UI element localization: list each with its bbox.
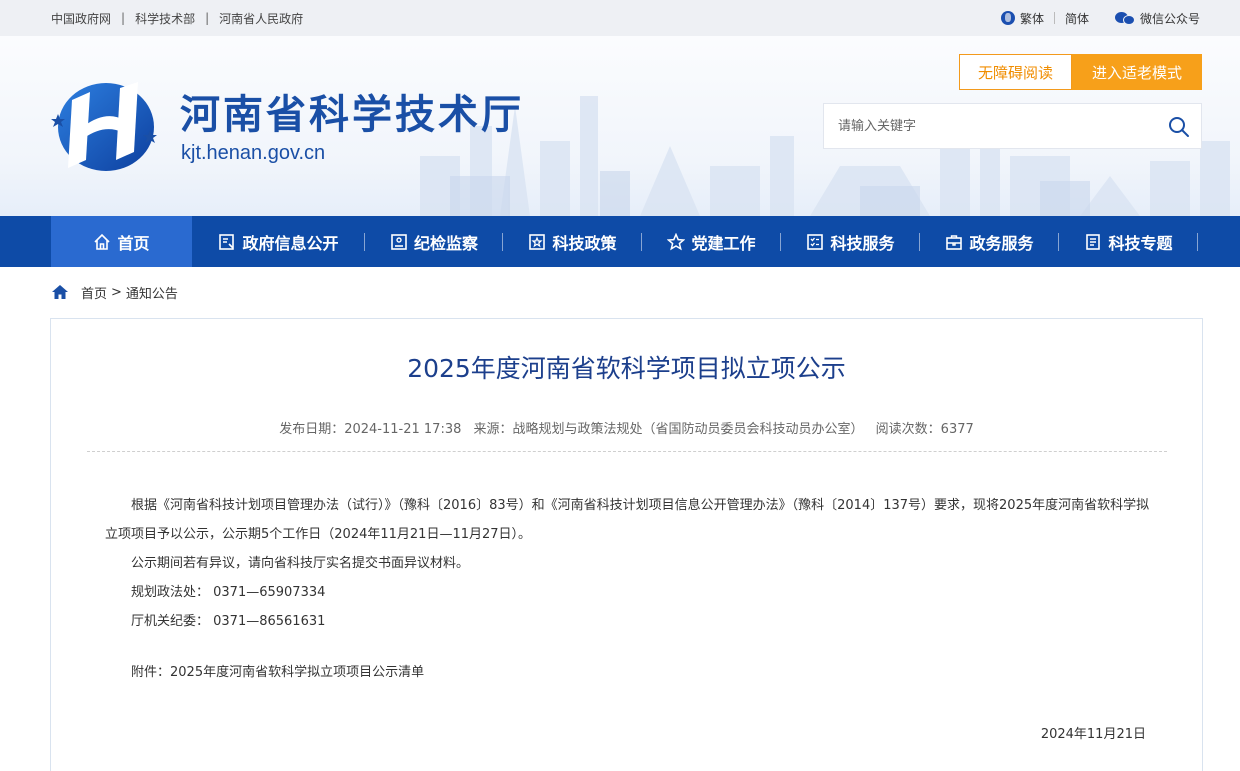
top-bar: 中国政府网 | 科学技术部 | 河南省人民政府 繁体 简体 微信公众号 (0, 0, 1240, 36)
meta-divider (87, 451, 1167, 452)
checklist-icon (807, 233, 824, 250)
site-domain: kjt.henan.gov.cn (181, 142, 326, 164)
paragraph: 厅机关纪委： 0371—86561631 (131, 614, 326, 629)
main-nav: 首页 政府信息公开 纪检监察 科技政策 党建工作 科技服务 政务服务 科技专题 (0, 216, 1240, 267)
nav-item-policy[interactable]: 科技政策 (503, 216, 642, 267)
breadcrumb: 首页 > 通知公告 (51, 282, 178, 302)
article-title: 2025年度河南省软科学项目拟立项公示 (407, 354, 846, 383)
home-icon (94, 233, 111, 250)
globe-icon (1000, 11, 1015, 25)
traditional-chinese-link[interactable]: 繁体 (1020, 10, 1044, 27)
search-icon[interactable] (1167, 115, 1191, 139)
breadcrumb-home-link[interactable]: 首页 (81, 283, 107, 302)
nav-item-gov-service[interactable]: 政务服务 (920, 216, 1059, 267)
info-disclosure-icon (219, 233, 235, 250)
site-logo-emblem (51, 82, 157, 171)
top-right-tools: 繁体 简体 微信公众号 (1000, 0, 1200, 36)
link-gov-cn[interactable]: 中国政府网 (51, 10, 111, 27)
wechat-account-link[interactable]: 微信公众号 (1140, 10, 1200, 27)
nav-item-info-disclosure[interactable]: 政府信息公开 (192, 216, 365, 267)
breadcrumb-current[interactable]: 通知公告 (126, 283, 178, 302)
link-most[interactable]: 科学技术部 (135, 10, 195, 27)
site-title: 河南省科学技术厅 (180, 92, 524, 138)
article-source: 来源：战略规划与政策法规处（省国防动员委员会科技动员办公室） (473, 422, 864, 437)
supervision-icon (391, 233, 407, 250)
paragraph: 规划政法处： 0371—65907334 (131, 585, 326, 600)
article-meta: 发布日期：2024-11-21 17:38 来源：战略规划与政策法规处（省国防动… (51, 418, 1202, 437)
search-box (823, 103, 1202, 149)
document-icon (1086, 233, 1101, 250)
nav-item-supervision[interactable]: 纪检监察 (365, 216, 503, 267)
briefcase-icon (946, 234, 963, 250)
accessibility-reading-button[interactable]: 无障碍阅读 (959, 54, 1072, 90)
paragraph: 公示期间若有异议，请向省科技厅实名提交书面异议材料。 (131, 556, 470, 571)
article-panel: 2025年度河南省软科学项目拟立项公示 发布日期：2024-11-21 17:3… (50, 318, 1203, 771)
simplified-chinese-link[interactable]: 简体 (1065, 10, 1089, 27)
link-henan-gov[interactable]: 河南省人民政府 (219, 10, 303, 27)
sign-date: 2024年11月21日 (1040, 727, 1146, 742)
top-links: 中国政府网 | 科学技术部 | 河南省人民政府 (51, 10, 304, 27)
home-icon (52, 285, 68, 299)
wechat-icon (1114, 11, 1135, 25)
paragraph: 根据《河南省科技计划项目管理办法（试行）》（豫科〔2016〕83号）和《河南省科… (105, 498, 1150, 542)
publish-date: 发布日期：2024-11-21 17:38 (279, 422, 462, 437)
nav-item-tech-service[interactable]: 科技服务 (781, 216, 920, 267)
policy-icon (529, 233, 546, 250)
article-body: 根据《河南省科技计划项目管理办法（试行）》（豫科〔2016〕83号）和《河南省科… (105, 491, 1155, 687)
nav-item-tech-topics[interactable]: 科技专题 (1059, 216, 1198, 267)
star-icon (667, 232, 686, 250)
attachment-link[interactable]: 附件：2025年度河南省软科学拟立项项目公示清单 (105, 658, 1155, 687)
nav-item-home[interactable]: 首页 (51, 216, 192, 267)
elder-mode-button[interactable]: 进入适老模式 (1072, 54, 1202, 90)
search-input[interactable] (824, 104, 1154, 148)
site-header: 河南省科学技术厅 kjt.henan.gov.cn 无障碍阅读 进入适老模式 (0, 36, 1240, 216)
nav-item-party-building[interactable]: 党建工作 (642, 216, 781, 267)
view-count: 阅读次数：6377 (875, 422, 974, 437)
